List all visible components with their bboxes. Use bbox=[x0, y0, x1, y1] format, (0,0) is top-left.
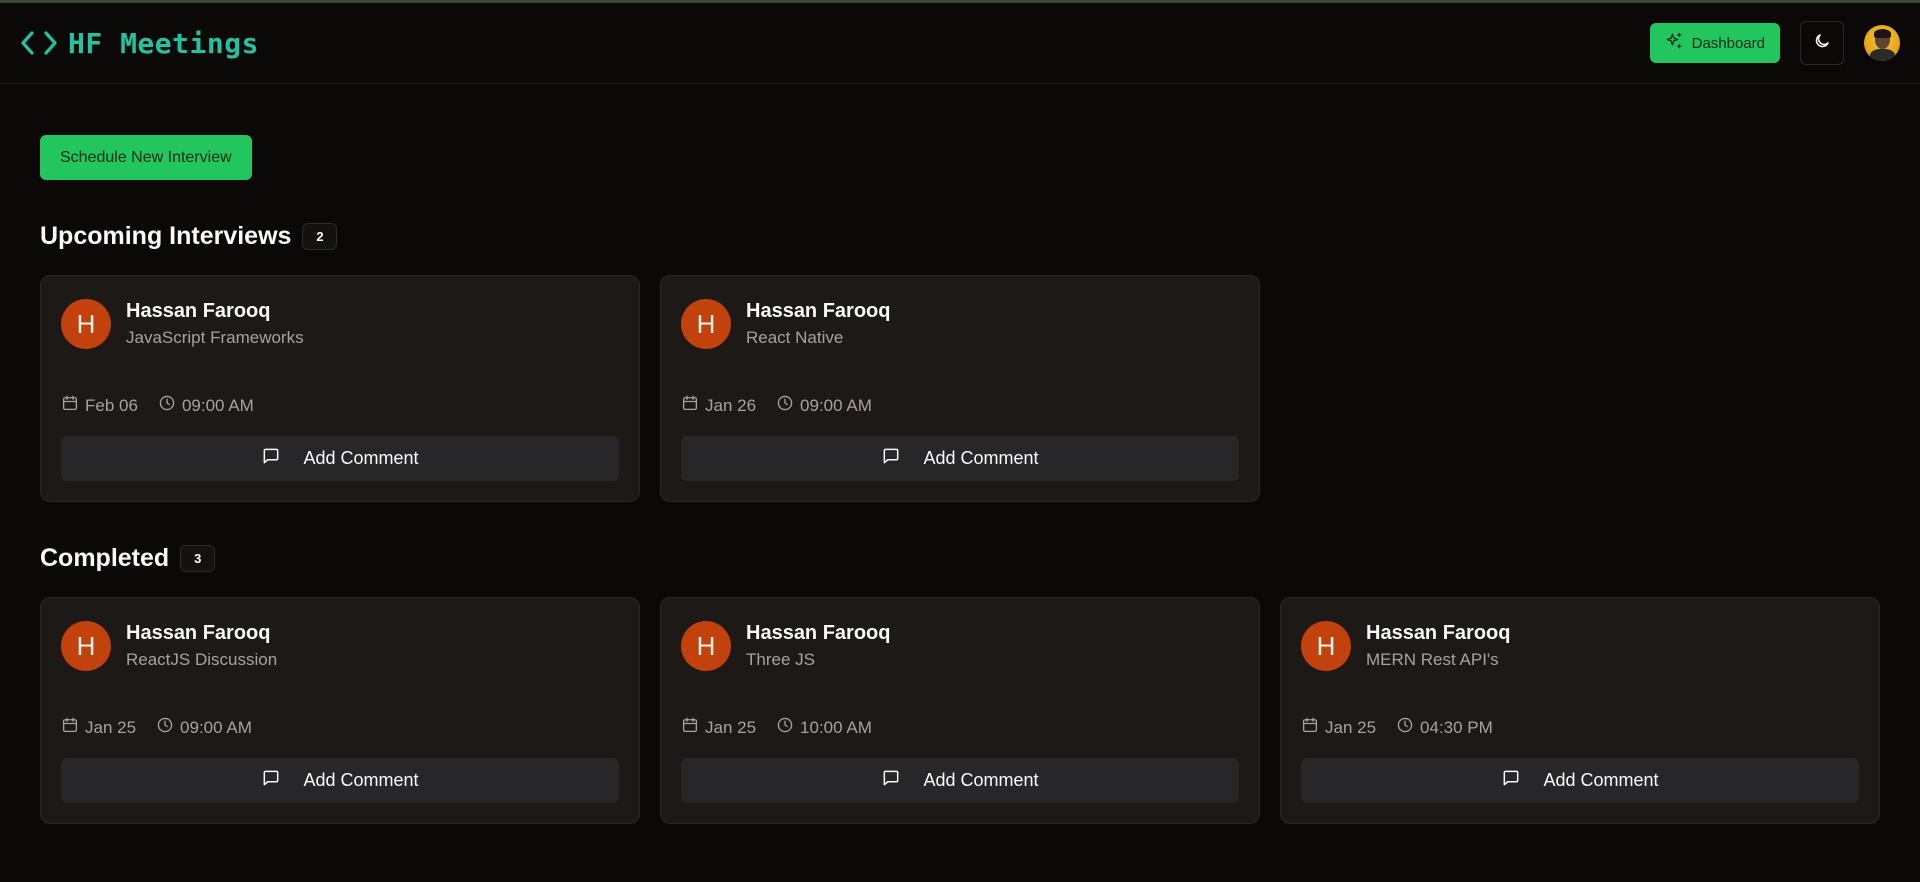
add-comment-button[interactable]: Add Comment bbox=[61, 436, 619, 481]
message-square-icon bbox=[1501, 768, 1521, 793]
interview-topic: MERN Rest API's bbox=[1366, 650, 1499, 669]
brand-logo-link[interactable]: HF Meetings bbox=[20, 27, 259, 60]
interview-date-text: Jan 25 bbox=[85, 717, 137, 737]
message-square-icon bbox=[261, 768, 281, 793]
clock-icon bbox=[1396, 716, 1414, 739]
calendar-icon bbox=[681, 716, 699, 739]
interview-meta: Jan 25 09:00 AM bbox=[61, 716, 252, 739]
brand-name: HF Meetings bbox=[68, 26, 259, 60]
interview-time-text: 09:00 AM bbox=[180, 717, 252, 737]
interview-date: Jan 25 bbox=[61, 716, 136, 739]
dashboard-label: Dashboard bbox=[1691, 34, 1765, 52]
interview-card[interactable]: H Hassan Farooq Three JS Jan 25 10:00 AM… bbox=[660, 597, 1260, 824]
message-square-icon bbox=[881, 446, 901, 471]
interview-date-text: Jan 25 bbox=[705, 717, 757, 737]
interview-topic: React Native bbox=[746, 328, 844, 347]
calendar-icon bbox=[681, 394, 699, 417]
interview-time-text: 09:00 AM bbox=[800, 395, 872, 415]
completed-count-badge: 3 bbox=[180, 545, 216, 572]
clock-icon bbox=[158, 394, 176, 417]
calendar-icon bbox=[61, 394, 79, 417]
interviewer-avatar: H bbox=[61, 621, 111, 671]
interview-topic: JavaScript Frameworks bbox=[126, 328, 304, 347]
add-comment-label: Add Comment bbox=[923, 770, 1039, 790]
add-comment-label: Add Comment bbox=[303, 770, 419, 790]
theme-toggle-button[interactable] bbox=[1800, 21, 1844, 65]
completed-title: Completed bbox=[40, 544, 170, 572]
completed-section-header: Completed 3 bbox=[40, 544, 216, 573]
add-comment-button[interactable]: Add Comment bbox=[681, 758, 1239, 803]
interview-topic: ReactJS Discussion bbox=[126, 650, 278, 669]
interviewer-name: Hassan Farooq bbox=[1366, 622, 1511, 644]
interviewer-name: Hassan Farooq bbox=[746, 622, 891, 644]
upcoming-title: Upcoming Interviews bbox=[40, 222, 292, 250]
upcoming-section-header: Upcoming Interviews 2 bbox=[40, 222, 338, 251]
interviewer-avatar: H bbox=[1301, 621, 1351, 671]
interview-time-text: 09:00 AM bbox=[181, 395, 254, 415]
interview-meta: Jan 25 10:00 AM bbox=[681, 716, 872, 739]
interview-time: 04:30 PM bbox=[1396, 716, 1493, 739]
interview-meta: Jan 25 04:30 PM bbox=[1301, 716, 1493, 739]
interview-time-text: 04:30 PM bbox=[1420, 717, 1493, 737]
interview-meta: Jan 26 09:00 AM bbox=[681, 394, 872, 417]
interview-card[interactable]: H Hassan Farooq ReactJS Discussion Jan 2… bbox=[40, 597, 640, 824]
message-square-icon bbox=[261, 446, 281, 471]
interview-card[interactable]: H Hassan Farooq JavaScript Frameworks Fe… bbox=[40, 275, 640, 502]
interview-card[interactable]: H Hassan Farooq MERN Rest API's Jan 25 0… bbox=[1280, 597, 1880, 824]
add-comment-label: Add Comment bbox=[923, 448, 1039, 468]
interview-date-text: Jan 26 bbox=[705, 395, 757, 415]
interview-time-text: 10:00 AM bbox=[800, 717, 872, 737]
add-comment-label: Add Comment bbox=[303, 448, 419, 468]
interviewer-name: Hassan Farooq bbox=[126, 300, 271, 322]
upcoming-grid: H Hassan Farooq JavaScript Frameworks Fe… bbox=[40, 275, 1260, 502]
interview-time: 09:00 AM bbox=[776, 394, 872, 417]
sparkles-icon bbox=[1665, 32, 1683, 54]
calendar-icon bbox=[61, 716, 79, 739]
interview-date: Jan 25 bbox=[681, 716, 756, 739]
interview-date: Feb 06 bbox=[61, 394, 138, 417]
interview-time: 10:00 AM bbox=[776, 716, 872, 739]
add-comment-button[interactable]: Add Comment bbox=[61, 758, 619, 803]
interview-meta: Feb 06 09:00 AM bbox=[61, 394, 254, 417]
interview-date: Jan 25 bbox=[1301, 716, 1376, 739]
add-comment-button[interactable]: Add Comment bbox=[1301, 758, 1859, 803]
interview-time: 09:00 AM bbox=[156, 716, 252, 739]
moon-icon bbox=[1813, 32, 1831, 55]
clock-icon bbox=[776, 716, 794, 739]
message-square-icon bbox=[881, 768, 901, 793]
upcoming-count-badge: 2 bbox=[302, 223, 338, 250]
user-avatar[interactable] bbox=[1864, 25, 1900, 61]
dashboard-button[interactable]: Dashboard bbox=[1649, 23, 1780, 63]
schedule-interview-button[interactable]: Schedule New Interview bbox=[40, 135, 252, 180]
interview-topic: Three JS bbox=[746, 650, 815, 669]
interview-date-text: Jan 25 bbox=[1325, 717, 1377, 737]
interviewer-avatar: H bbox=[61, 299, 111, 349]
interview-date: Jan 26 bbox=[681, 394, 756, 417]
clock-icon bbox=[776, 394, 794, 417]
interviewer-avatar: H bbox=[681, 299, 731, 349]
add-comment-label: Add Comment bbox=[1543, 770, 1659, 790]
clock-icon bbox=[156, 716, 174, 739]
calendar-icon bbox=[1301, 716, 1319, 739]
interviewer-name: Hassan Farooq bbox=[746, 300, 891, 322]
app-header: HF Meetings Dashboard bbox=[0, 3, 1920, 84]
interview-card[interactable]: H Hassan Farooq React Native Jan 26 09:0… bbox=[660, 275, 1260, 502]
interview-time: 09:00 AM bbox=[158, 394, 254, 417]
completed-grid: H Hassan Farooq ReactJS Discussion Jan 2… bbox=[40, 597, 1880, 824]
add-comment-button[interactable]: Add Comment bbox=[681, 436, 1239, 481]
interview-date-text: Feb 06 bbox=[85, 395, 138, 415]
interviewer-name: Hassan Farooq bbox=[126, 622, 271, 644]
interviewer-avatar: H bbox=[681, 621, 731, 671]
code-icon bbox=[20, 28, 58, 58]
